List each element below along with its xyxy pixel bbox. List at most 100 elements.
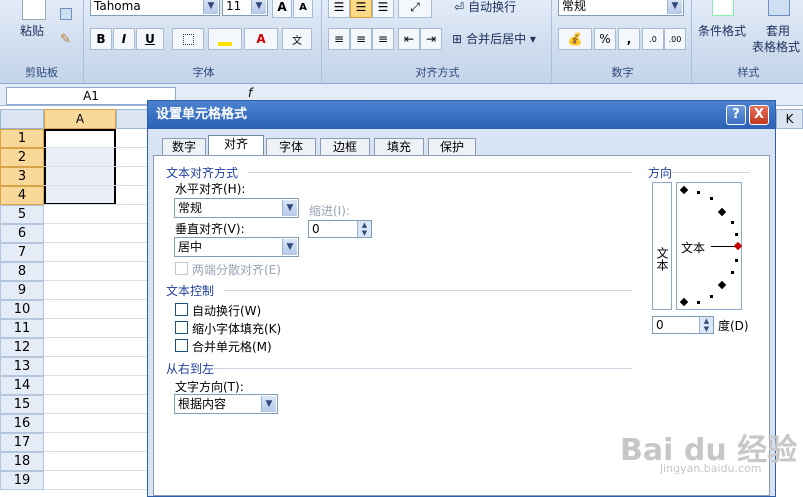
copy-icon[interactable] (60, 8, 72, 20)
percent-button[interactable]: % (594, 28, 616, 50)
row-header[interactable]: 5 (0, 205, 44, 224)
close-button[interactable]: X (749, 105, 769, 125)
orientation-button[interactable]: ⤢ (398, 0, 432, 18)
spinner-arrows-icon: ▲ ▼ (699, 317, 713, 333)
section-divider (214, 368, 632, 369)
dial-bottom-marker-icon (679, 297, 689, 307)
paste-icon[interactable] (22, 0, 46, 20)
wrap-text-button[interactable]: ⏎ 自动换行 (454, 0, 516, 15)
wrap-text-checkbox[interactable] (175, 303, 188, 316)
text-direction-label: 文字方向(T): (175, 380, 244, 394)
dial-handle-icon[interactable] (733, 241, 743, 251)
font-color-button[interactable]: A (244, 28, 278, 50)
alignment-group: ☰ ☰ ☰ ⤢ ⏎ 自动换行 ≡ ≡ ≡ ⇤ ⇥ ⊞ 合并后居中 ▾ 对齐方式 (324, 0, 552, 82)
column-header-k[interactable]: K (776, 109, 803, 129)
tab-fill[interactable]: 填充 (374, 138, 424, 156)
fx-icon[interactable]: f (248, 86, 252, 100)
row-header[interactable]: 3 (0, 167, 44, 186)
fill-color-button[interactable] (208, 28, 242, 50)
merge-cells-checkbox[interactable] (175, 339, 188, 352)
comma-button[interactable]: , (618, 28, 640, 50)
italic-button[interactable]: I (113, 28, 135, 50)
align-bottom-button[interactable]: ☰ (372, 0, 394, 18)
align-top-button[interactable]: ☰ (328, 0, 350, 18)
align-middle-button[interactable]: ☰ (350, 0, 372, 18)
row-header[interactable]: 17 (0, 433, 44, 452)
increase-indent-button[interactable]: ⇥ (420, 28, 442, 50)
row-header[interactable]: 4 (0, 186, 44, 205)
indent-spinner[interactable]: 0 ▲ ▼ (308, 220, 372, 238)
font-size-combo[interactable]: 11 ▼ (222, 0, 268, 16)
borders-button[interactable] (172, 28, 204, 50)
tab-protection[interactable]: 保护 (428, 138, 476, 156)
merge-cells-label: 合并单元格(M) (192, 340, 272, 354)
clipboard-group: 粘贴 ✎ 剪贴板 (0, 0, 84, 82)
increase-decimal-button[interactable]: .0 (642, 28, 664, 50)
justify-distributed-checkbox[interactable] (175, 262, 188, 275)
decrease-indent-button[interactable]: ⇤ (398, 28, 420, 50)
row-header[interactable]: 6 (0, 224, 44, 243)
degree-spinner[interactable]: 0 ▲ ▼ (652, 316, 714, 334)
row-header[interactable]: 9 (0, 281, 44, 300)
horizontal-align-select[interactable]: 常规 ▼ (174, 198, 299, 218)
dial-tick (735, 233, 738, 236)
styles-group-label: 样式 (737, 66, 760, 79)
dial-text: 文本 (681, 241, 706, 255)
tab-number[interactable]: 数字 (162, 138, 206, 156)
shrink-to-fit-label: 缩小字体填充(K) (192, 322, 282, 336)
column-header-b[interactable] (116, 109, 148, 129)
phonetic-button[interactable]: 文 (282, 28, 312, 50)
tab-font[interactable]: 字体 (266, 138, 316, 156)
help-button[interactable]: ? (726, 105, 746, 125)
gridline (44, 356, 154, 357)
select-all-corner[interactable] (0, 109, 44, 129)
number-format-combo[interactable]: 常规 ▼ (558, 0, 684, 16)
text-direction-select[interactable]: 根据内容 ▼ (174, 394, 278, 414)
align-left-button[interactable]: ≡ (328, 28, 350, 50)
row-header[interactable]: 11 (0, 319, 44, 338)
merge-center-button[interactable]: ⊞ 合并后居中 ▾ (452, 30, 536, 47)
format-painter-icon[interactable]: ✎ (60, 32, 71, 47)
tab-border[interactable]: 边框 (320, 138, 370, 156)
font-name-combo[interactable]: Tahoma ▼ (90, 0, 220, 16)
conditional-format-button[interactable]: 条件格式 (698, 22, 746, 39)
row-header[interactable]: 18 (0, 452, 44, 471)
row-header[interactable]: 16 (0, 414, 44, 433)
format-as-table-icon (768, 0, 790, 16)
row-header[interactable]: 13 (0, 357, 44, 376)
row-header[interactable]: 1 (0, 129, 44, 148)
tab-alignment[interactable]: 对齐 (208, 135, 264, 157)
row-header[interactable]: 14 (0, 376, 44, 395)
orientation-dial[interactable]: 文本 (676, 182, 743, 310)
format-as-table-line1[interactable]: 套用 (766, 22, 790, 39)
column-header-a[interactable]: A (44, 109, 116, 129)
row-header[interactable]: 15 (0, 395, 44, 414)
paste-button[interactable]: 粘贴 (20, 22, 44, 39)
underline-button[interactable]: U (136, 28, 164, 50)
dial-tick (697, 191, 700, 194)
vertical-align-label: 垂直对齐(V): (175, 222, 245, 236)
row-header[interactable]: 19 (0, 471, 44, 490)
vertical-align-select[interactable]: 居中 ▼ (174, 237, 299, 257)
grow-font-button[interactable]: A (272, 0, 292, 18)
decrease-decimal-button[interactable]: .00 (664, 28, 686, 50)
row-header[interactable]: 7 (0, 243, 44, 262)
shrink-font-button[interactable]: A (293, 0, 313, 18)
text-control-heading: 文本控制 (166, 284, 215, 298)
active-cell[interactable] (44, 129, 116, 148)
format-as-table-line2[interactable]: 表格格式 (752, 38, 800, 55)
align-right-button[interactable]: ≡ (372, 28, 394, 50)
currency-button[interactable]: 💰 (558, 28, 592, 50)
font-group: Tahoma ▼ 11 ▼ A A B I U A 文 字体 (86, 0, 322, 82)
row-header[interactable]: 8 (0, 262, 44, 281)
section-divider (248, 172, 632, 173)
bold-button[interactable]: B (90, 28, 112, 50)
chevron-down-icon: ▼ (282, 239, 297, 255)
align-center-button[interactable]: ≡ (350, 28, 372, 50)
chevron-down-icon: ▼ (261, 396, 276, 412)
vertical-text-button[interactable]: 文本 (652, 182, 672, 310)
shrink-to-fit-checkbox[interactable] (175, 321, 188, 334)
row-header[interactable]: 12 (0, 338, 44, 357)
row-header[interactable]: 10 (0, 300, 44, 319)
row-header[interactable]: 2 (0, 148, 44, 167)
